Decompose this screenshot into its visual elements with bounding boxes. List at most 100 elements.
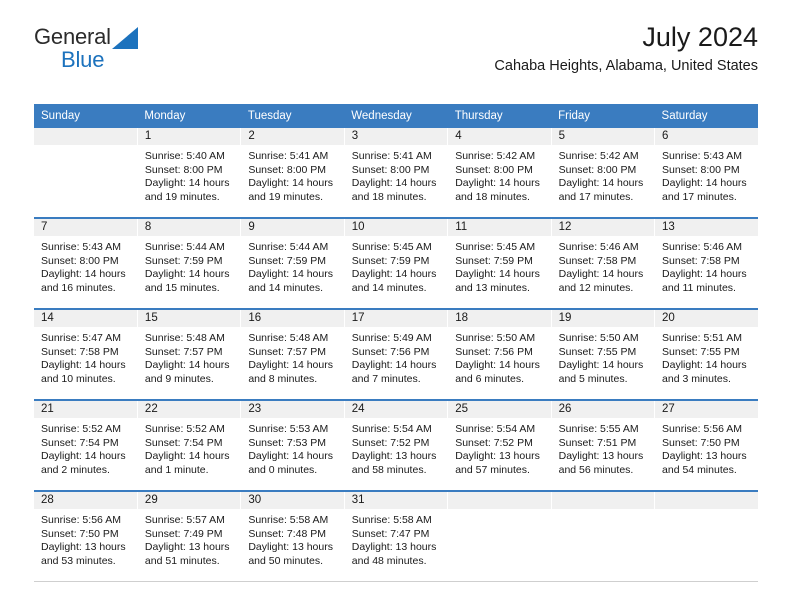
- sunset-text: Sunset: 7:52 PM: [351, 436, 430, 449]
- day-number: 15: [137, 310, 241, 328]
- calendar-day-cell[interactable]: 22 Sunrise: 5:52 AM Sunset: 7:54 PM Dayligh…: [137, 400, 242, 492]
- daylight-text: Daylight: 14 hours and 12 minutes.: [558, 268, 644, 294]
- day-details: Sunrise: 5:55 AM Sunset: 7:51 PM Daylight:…: [552, 419, 654, 477]
- sunrise-text: Sunrise: 5:42 AM: [455, 150, 536, 162]
- page-header: General Blue July 2024 Cahaba Heights, A…: [34, 0, 758, 74]
- sunrise-text: Sunrise: 5:46 AM: [558, 241, 639, 253]
- daylight-text: Daylight: 14 hours and 19 minutes.: [248, 177, 333, 203]
- calendar-day-cell[interactable]: 24 Sunrise: 5:54 AM Sunset: 7:52 PM Dayligh…: [344, 400, 449, 492]
- day-details: Sunrise: 5:56 AM Sunset: 7:50 PM Daylight:…: [655, 419, 758, 477]
- day-details: Sunrise: 5:42 AM Sunset: 8:00 PM Daylight:…: [448, 146, 550, 204]
- calendar-day-cell-empty: [654, 491, 758, 582]
- day-details: Sunrise: 5:41 AM Sunset: 8:00 PM Daylight:…: [241, 146, 343, 204]
- day-details: Sunrise: 5:47 AM Sunset: 7:58 PM Daylight:…: [34, 328, 137, 386]
- day-details: Sunrise: 5:54 AM Sunset: 7:52 PM Daylight:…: [448, 419, 550, 477]
- day-details: Sunrise: 5:41 AM Sunset: 8:00 PM Daylight:…: [345, 146, 447, 204]
- calendar-day-cell[interactable]: 1 Sunrise: 5:40 AM Sunset: 8:00 PM Daylight…: [137, 128, 242, 219]
- calendar-day-cell[interactable]: 10 Sunrise: 5:45 AM Sunset: 7:59 PM Dayligh…: [344, 218, 449, 310]
- daylight-text: Daylight: 13 hours and 50 minutes.: [248, 541, 333, 567]
- sunset-text: Sunset: 8:00 PM: [144, 163, 223, 176]
- daylight-text: Daylight: 13 hours and 51 minutes.: [144, 541, 230, 567]
- sunset-text: Sunset: 7:55 PM: [662, 345, 740, 358]
- calendar-day-cell[interactable]: 21 Sunrise: 5:52 AM Sunset: 7:54 PM Dayligh…: [34, 400, 138, 492]
- calendar-table: Sunday Monday Tuesday Wednesday Thursday…: [34, 104, 758, 582]
- daylight-text: Daylight: 14 hours and 18 minutes.: [455, 177, 540, 203]
- calendar-day-cell[interactable]: 25 Sunrise: 5:54 AM Sunset: 7:52 PM Dayligh…: [447, 400, 552, 492]
- daylight-text: Daylight: 14 hours and 10 minutes.: [41, 359, 126, 385]
- calendar-day-cell[interactable]: 16 Sunrise: 5:48 AM Sunset: 7:57 PM Dayligh…: [240, 309, 345, 401]
- daylight-text: Daylight: 13 hours and 48 minutes.: [351, 541, 437, 567]
- calendar-day-cell[interactable]: 18 Sunrise: 5:50 AM Sunset: 7:56 PM Dayligh…: [447, 309, 552, 401]
- calendar-day-cell[interactable]: 19 Sunrise: 5:50 AM Sunset: 7:55 PM Dayligh…: [551, 309, 656, 401]
- day-number: 30: [241, 492, 344, 510]
- sunset-text: Sunset: 7:54 PM: [144, 436, 223, 449]
- calendar-week-row: 14 Sunrise: 5:47 AM Sunset: 7:58 PM Dayligh…: [34, 309, 758, 401]
- calendar-day-cell[interactable]: 20 Sunrise: 5:51 AM Sunset: 7:55 PM Dayligh…: [654, 309, 758, 401]
- page-subtitle: Cahaba Heights, Alabama, United States: [494, 58, 758, 74]
- sunset-text: Sunset: 7:56 PM: [455, 345, 533, 358]
- sunrise-text: Sunrise: 5:52 AM: [41, 423, 121, 435]
- daylight-text: Daylight: 14 hours and 17 minutes.: [558, 177, 644, 203]
- daylight-text: Daylight: 14 hours and 14 minutes.: [248, 268, 333, 294]
- calendar-day-cell[interactable]: 15 Sunrise: 5:48 AM Sunset: 7:57 PM Dayligh…: [137, 309, 242, 401]
- calendar-day-cell[interactable]: 5 Sunrise: 5:42 AM Sunset: 8:00 PM Daylight…: [551, 128, 656, 219]
- sunrise-text: Sunrise: 5:40 AM: [144, 150, 225, 162]
- sunrise-text: Sunrise: 5:48 AM: [248, 332, 329, 344]
- calendar-day-cell[interactable]: 11 Sunrise: 5:45 AM Sunset: 7:59 PM Dayligh…: [447, 218, 552, 310]
- calendar-day-cell[interactable]: 30 Sunrise: 5:58 AM Sunset: 7:48 PM Dayligh…: [240, 491, 345, 582]
- calendar-day-cell[interactable]: 13 Sunrise: 5:46 AM Sunset: 7:58 PM Dayligh…: [654, 218, 758, 310]
- sunrise-text: Sunrise: 5:58 AM: [351, 514, 432, 526]
- day-details: Sunrise: 5:52 AM Sunset: 7:54 PM Daylight:…: [34, 419, 137, 477]
- calendar-day-cell[interactable]: 9 Sunrise: 5:44 AM Sunset: 7:59 PM Daylight…: [240, 218, 345, 310]
- day-number: 18: [448, 310, 551, 328]
- calendar-day-cell[interactable]: 31 Sunrise: 5:58 AM Sunset: 7:47 PM Dayligh…: [344, 491, 449, 582]
- calendar-day-cell[interactable]: 29 Sunrise: 5:57 AM Sunset: 7:49 PM Dayligh…: [137, 491, 242, 582]
- daylight-text: Daylight: 14 hours and 18 minutes.: [351, 177, 437, 203]
- day-details: Sunrise: 5:42 AM Sunset: 8:00 PM Daylight:…: [552, 146, 654, 204]
- calendar-day-cell[interactable]: 12 Sunrise: 5:46 AM Sunset: 7:58 PM Dayligh…: [551, 218, 656, 310]
- day-details: Sunrise: 5:45 AM Sunset: 7:59 PM Daylight:…: [345, 237, 447, 295]
- sunrise-text: Sunrise: 5:43 AM: [662, 150, 742, 162]
- calendar-day-cell[interactable]: 4 Sunrise: 5:42 AM Sunset: 8:00 PM Daylight…: [447, 128, 552, 219]
- daylight-text: Daylight: 13 hours and 54 minutes.: [662, 450, 747, 476]
- day-number: [551, 492, 655, 510]
- weekday-header-thursday: Thursday: [447, 104, 552, 128]
- logo-text-general: General: [34, 24, 111, 49]
- sunrise-text: Sunrise: 5:43 AM: [41, 241, 121, 253]
- day-details: Sunrise: 5:45 AM Sunset: 7:59 PM Daylight:…: [448, 237, 550, 295]
- day-number: 1: [137, 128, 241, 146]
- calendar-day-cell[interactable]: 28 Sunrise: 5:56 AM Sunset: 7:50 PM Dayligh…: [34, 491, 138, 582]
- day-number: 27: [655, 401, 758, 419]
- calendar-day-cell[interactable]: 7 Sunrise: 5:43 AM Sunset: 8:00 PM Daylight…: [34, 218, 138, 310]
- day-details: Sunrise: 5:44 AM Sunset: 7:59 PM Daylight:…: [241, 237, 343, 295]
- sunrise-text: Sunrise: 5:56 AM: [662, 423, 742, 435]
- day-number: 8: [137, 219, 241, 237]
- sunset-text: Sunset: 7:58 PM: [41, 345, 119, 358]
- day-details: Sunrise: 5:53 AM Sunset: 7:53 PM Daylight:…: [241, 419, 343, 477]
- calendar-day-cell[interactable]: 6 Sunrise: 5:43 AM Sunset: 8:00 PM Daylight…: [654, 128, 758, 219]
- sunrise-text: Sunrise: 5:46 AM: [662, 241, 742, 253]
- daylight-text: Daylight: 14 hours and 16 minutes.: [41, 268, 126, 294]
- calendar-day-cell[interactable]: 17 Sunrise: 5:49 AM Sunset: 7:56 PM Dayligh…: [344, 309, 449, 401]
- calendar-day-cell[interactable]: 14 Sunrise: 5:47 AM Sunset: 7:58 PM Dayligh…: [34, 309, 138, 401]
- calendar-day-cell[interactable]: 3 Sunrise: 5:41 AM Sunset: 8:00 PM Daylight…: [344, 128, 449, 219]
- sunset-text: Sunset: 7:58 PM: [662, 254, 740, 267]
- calendar-day-cell[interactable]: 23 Sunrise: 5:53 AM Sunset: 7:53 PM Dayligh…: [240, 400, 345, 492]
- day-number: 31: [344, 492, 448, 510]
- sunrise-text: Sunrise: 5:53 AM: [248, 423, 329, 435]
- calendar-day-cell[interactable]: 2 Sunrise: 5:41 AM Sunset: 8:00 PM Daylight…: [240, 128, 345, 219]
- calendar-day-cell[interactable]: 8 Sunrise: 5:44 AM Sunset: 7:59 PM Daylight…: [137, 218, 242, 310]
- sunrise-text: Sunrise: 5:49 AM: [351, 332, 432, 344]
- sunrise-text: Sunrise: 5:54 AM: [455, 423, 536, 435]
- calendar-day-cell[interactable]: 27 Sunrise: 5:56 AM Sunset: 7:50 PM Dayligh…: [654, 400, 758, 492]
- sunset-text: Sunset: 8:00 PM: [662, 163, 740, 176]
- sunset-text: Sunset: 7:57 PM: [248, 345, 326, 358]
- general-blue-logo[interactable]: General Blue: [34, 26, 138, 71]
- page-title: July 2024: [642, 22, 758, 52]
- day-details: Sunrise: 5:50 AM Sunset: 7:56 PM Daylight:…: [448, 328, 550, 386]
- sunset-text: Sunset: 7:47 PM: [351, 527, 430, 540]
- day-number: 20: [655, 310, 758, 328]
- calendar-day-cell[interactable]: 26 Sunrise: 5:55 AM Sunset: 7:51 PM Dayligh…: [551, 400, 656, 492]
- day-number: 24: [344, 401, 448, 419]
- day-details: Sunrise: 5:43 AM Sunset: 8:00 PM Daylight:…: [655, 146, 758, 204]
